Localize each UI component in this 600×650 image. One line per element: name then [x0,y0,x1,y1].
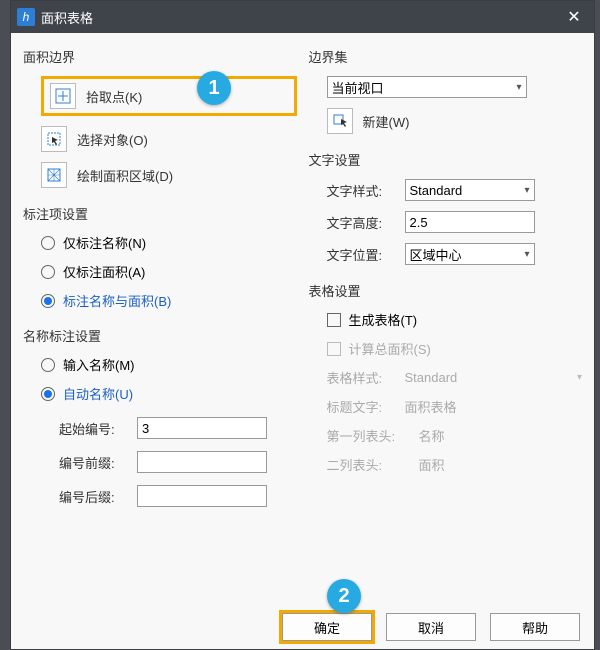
prefix-input[interactable] [137,451,267,473]
pick-point-icon [50,83,76,109]
calc-total-label: 计算总面积(S) [349,339,431,358]
radio-input-name-label: 输入名称(M) [63,355,135,374]
chevron-down-icon: ▾ [516,82,521,93]
checkbox-icon [327,342,341,356]
draw-area-icon [41,162,67,188]
radio-icon [41,387,55,401]
radio-icon [41,265,55,279]
select-object-button[interactable]: 选择对象(O) [41,126,297,152]
chevron-down-icon: ▾ [524,185,529,196]
table-style-label: 表格样式: [327,368,397,387]
text-height-row: 文字高度: [327,211,583,233]
draw-area-button[interactable]: 绘制面积区域(D) [41,162,297,188]
radio-only-area-label: 仅标注面积(A) [63,262,145,281]
radio-icon [41,236,55,250]
radio-icon [41,294,55,308]
help-button[interactable]: 帮助 [490,613,580,641]
pick-point-label: 拾取点(K) [86,87,142,106]
col1-row: 第一列表头: 名称 [327,426,583,445]
radio-only-area[interactable]: 仅标注面积(A) [41,262,297,281]
title-text-row: 标题文字: 面积表格 [327,397,583,416]
text-settings-label: 文字设置 [309,150,583,169]
radio-name-and-area[interactable]: 标注名称与面积(B) [41,291,297,310]
title-text-label: 标题文字: [327,397,397,416]
boundary-group-label: 面积边界 [23,47,297,66]
viewport-value: 当前视口 [332,78,384,97]
chevron-down-icon: ▾ [577,372,582,383]
suffix-input[interactable] [137,485,267,507]
radio-only-name[interactable]: 仅标注名称(N) [41,233,297,252]
prefix-label: 编号前缀: [59,453,129,472]
radio-input-name[interactable]: 输入名称(M) [41,355,297,374]
radio-name-and-area-label: 标注名称与面积(B) [63,291,171,310]
app-logo-icon: h [17,8,35,26]
new-boundary-button[interactable]: 新建(W) [327,108,583,134]
draw-area-label: 绘制面积区域(D) [77,166,173,185]
text-style-row: 文字样式: Standard ▾ [327,179,583,201]
col1-label: 第一列表头: [327,426,411,445]
col2-row: 二列表头: 面积 [327,455,583,474]
table-settings-label: 表格设置 [309,281,583,300]
calc-total-checkbox: 计算总面积(S) [327,339,583,358]
title-text-value: 面积表格 [405,397,457,416]
radio-only-name-label: 仅标注名称(N) [63,233,146,252]
text-style-select[interactable]: Standard ▾ [405,179,535,201]
footer-buttons: 确定 取消 帮助 [282,613,580,641]
viewport-select[interactable]: 当前视口 ▾ [327,76,527,98]
chevron-down-icon: ▾ [524,249,529,260]
annotation-group-label: 标注项设置 [23,204,297,223]
cancel-button[interactable]: 取消 [386,613,476,641]
boundary-set-label: 边界集 [309,47,583,66]
pick-point-highlight: 拾取点(K) [41,76,297,116]
start-number-label: 起始编号: [59,419,129,438]
text-pos-value: 区域中心 [410,245,462,264]
table-style-value: Standard [405,370,458,385]
text-pos-select[interactable]: 区域中心 ▾ [405,243,535,265]
gen-table-checkbox[interactable]: 生成表格(T) [327,310,583,329]
col2-value: 面积 [419,455,445,474]
titlebar: h 面积表格 ✕ [11,1,594,33]
ok-button[interactable]: 确定 [282,613,372,641]
gen-table-label: 生成表格(T) [349,310,418,329]
text-pos-row: 文字位置: 区域中心 ▾ [327,243,583,265]
checkbox-icon [327,313,341,327]
start-number-input[interactable] [137,417,267,439]
dialog-window: h 面积表格 ✕ 面积边界 拾取点(K) [10,0,595,650]
text-style-label: 文字样式: [327,181,397,200]
suffix-label: 编号后缀: [59,487,129,506]
text-height-input[interactable] [405,211,535,233]
content-area: 面积边界 拾取点(K) 选择对象(O) [11,33,594,609]
new-boundary-icon [327,108,353,134]
table-style-row: 表格样式: Standard ▾ [327,368,583,387]
col1-value: 名称 [419,426,445,445]
callout-1: 1 [197,71,231,105]
pick-point-button[interactable]: 拾取点(K) [50,83,288,109]
left-column: 面积边界 拾取点(K) 选择对象(O) [23,37,297,609]
text-pos-label: 文字位置: [327,245,397,264]
start-number-row: 起始编号: [59,417,297,439]
text-height-label: 文字高度: [327,213,397,232]
close-icon[interactable]: ✕ [560,7,588,27]
radio-auto-name[interactable]: 自动名称(U) [41,384,297,403]
suffix-row: 编号后缀: [59,485,297,507]
right-column: 边界集 当前视口 ▾ 新建(W) 文字设置 文字样式: S [309,37,583,609]
text-style-value: Standard [410,183,463,198]
dialog-title: 面积表格 [41,8,560,27]
name-annot-group-label: 名称标注设置 [23,326,297,345]
radio-auto-name-label: 自动名称(U) [63,384,133,403]
radio-icon [41,358,55,372]
select-object-label: 选择对象(O) [77,130,148,149]
select-object-icon [41,126,67,152]
callout-2: 2 [327,579,361,613]
prefix-row: 编号前缀: [59,451,297,473]
col2-label: 二列表头: [327,455,411,474]
new-boundary-label: 新建(W) [363,112,410,131]
